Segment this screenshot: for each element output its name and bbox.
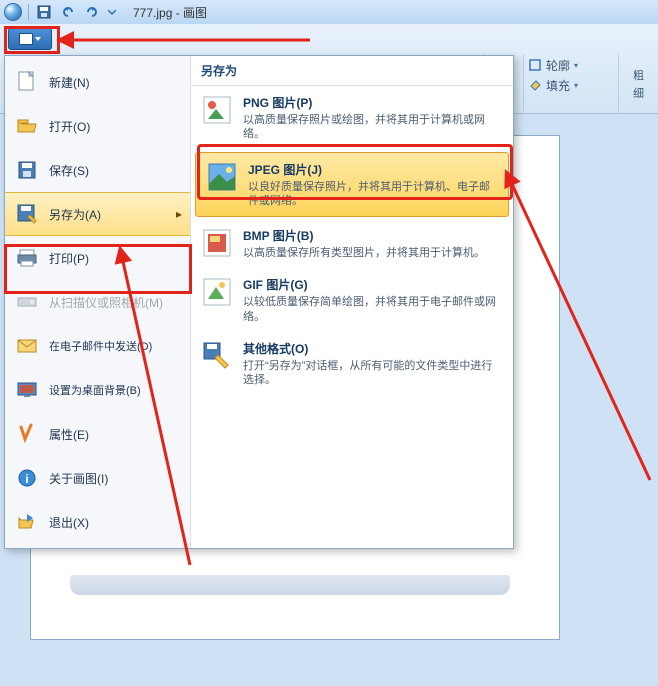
menu-exit-label: 退出(X): [49, 514, 89, 531]
file-menu-left: 新建(N) 打开(O) 保存(S) 另存为(A) 打印(P): [5, 56, 191, 548]
open-icon: [15, 114, 39, 138]
menu-scanner-label: 从扫描仪或照相机(M): [49, 294, 163, 311]
menu-save[interactable]: 保存(S): [5, 148, 190, 192]
submenu-title: 另存为: [191, 56, 513, 86]
submenu-png-desc: 以高质量保存照片或绘图，并将其用于计算机或网络。: [243, 113, 503, 142]
submenu-jpeg-title: JPEG 图片(J): [248, 161, 498, 178]
submenu-bmp-title: BMP 图片(B): [243, 227, 503, 244]
menu-properties-label: 属性(E): [49, 426, 89, 443]
qat-undo-button[interactable]: [59, 3, 77, 21]
bmp-icon: [201, 227, 233, 259]
submenu-bmp[interactable]: BMP 图片(B) 以高质量保存所有类型图片，并将其用于计算机。: [191, 219, 513, 268]
saveas-icon: [15, 202, 39, 226]
gif-icon: [201, 276, 233, 308]
separator: [28, 4, 29, 20]
paint-orb-icon[interactable]: [4, 3, 22, 21]
png-icon: [201, 94, 233, 126]
file-menu-right: 另存为 PNG 图片(P) 以高质量保存照片或绘图，并将其用于计算机或网络。 J…: [191, 56, 513, 548]
email-icon: [15, 334, 39, 358]
titlebar: 777.jpg - 画图: [0, 0, 658, 24]
menu-print[interactable]: 打印(P): [5, 236, 190, 280]
outline-button[interactable]: 轮廓 ▾: [528, 56, 614, 74]
outline-label: 轮廓: [546, 57, 570, 74]
menu-wallpaper-label: 设置为桌面背景(B): [49, 382, 141, 398]
print-icon: [15, 246, 39, 270]
svg-text:i: i: [25, 472, 28, 486]
menu-new[interactable]: 新建(N): [5, 60, 190, 104]
annotation-arrow-jpeg: [490, 170, 658, 493]
exit-icon: [15, 510, 39, 534]
menu-scanner: 从扫描仪或照相机(M): [5, 280, 190, 324]
menu-open[interactable]: 打开(O): [5, 104, 190, 148]
menu-email[interactable]: 在电子邮件中发送(D): [5, 324, 190, 368]
submenu-jpeg[interactable]: JPEG 图片(J) 以良好质量保存照片，并将其用于计算机、电子邮件或网络。: [195, 152, 509, 218]
submenu-other-title: 其他格式(O): [243, 340, 503, 357]
other-icon: [201, 340, 233, 372]
menu-saveas[interactable]: 另存为(A): [5, 192, 190, 236]
submenu-other-desc: 打开“另存为”对话框，从所有可能的文件类型中进行选择。: [243, 359, 503, 388]
properties-icon: [15, 422, 39, 446]
wallpaper-icon: [15, 378, 39, 402]
file-tab-button[interactable]: [8, 28, 52, 50]
ribbon-group-shapes: 轮廓 ▾ 填充 ▾: [523, 54, 618, 113]
submenu-gif[interactable]: GIF 图片(G) 以较低质量保存简单绘图，并将其用于电子邮件或网络。: [191, 268, 513, 332]
menu-about[interactable]: i 关于画图(I): [5, 456, 190, 500]
menu-saveas-label: 另存为(A): [49, 206, 101, 223]
menu-print-label: 打印(P): [49, 250, 89, 267]
caret-icon: ▾: [574, 81, 578, 90]
qat-customize-caret[interactable]: [107, 3, 117, 21]
caret-icon: ▾: [574, 61, 578, 70]
qat-save-button[interactable]: [35, 3, 53, 21]
window-title: 777.jpg - 画图: [133, 4, 207, 21]
submenu-gif-desc: 以较低质量保存简单绘图，并将其用于电子邮件或网络。: [243, 295, 503, 324]
submenu-other[interactable]: 其他格式(O) 打开“另存为”对话框，从所有可能的文件类型中进行选择。: [191, 332, 513, 396]
new-icon: [15, 70, 39, 94]
qat-redo-button[interactable]: [83, 3, 101, 21]
thickness-label-1: 粗: [633, 67, 644, 83]
ribbon-group-thickness: 粗 细: [618, 54, 658, 113]
fill-label: 填充: [546, 77, 570, 94]
fill-icon: [528, 78, 542, 92]
menu-email-label: 在电子邮件中发送(D): [49, 338, 152, 354]
fill-button[interactable]: 填充 ▾: [528, 76, 614, 94]
submenu-jpeg-desc: 以良好质量保存照片，并将其用于计算机、电子邮件或网络。: [248, 180, 498, 209]
menu-properties[interactable]: 属性(E): [5, 412, 190, 456]
file-tab-icon: [19, 33, 33, 45]
menu-exit[interactable]: 退出(X): [5, 500, 190, 544]
save-icon: [15, 158, 39, 182]
jpeg-icon: [206, 161, 238, 193]
menu-new-label: 新建(N): [49, 74, 90, 91]
submenu-png-title: PNG 图片(P): [243, 94, 503, 111]
submenu-bmp-desc: 以高质量保存所有类型图片，并将其用于计算机。: [243, 246, 503, 260]
menu-wallpaper[interactable]: 设置为桌面背景(B): [5, 368, 190, 412]
scanner-icon: [15, 290, 39, 314]
submenu-png[interactable]: PNG 图片(P) 以高质量保存照片或绘图，并将其用于计算机或网络。: [191, 86, 513, 150]
file-menu: 新建(N) 打开(O) 保存(S) 另存为(A) 打印(P): [4, 55, 514, 549]
about-icon: i: [15, 466, 39, 490]
outline-icon: [528, 58, 542, 72]
menu-open-label: 打开(O): [49, 118, 90, 135]
menu-about-label: 关于画图(I): [49, 470, 108, 487]
file-tab-caret-icon: [35, 37, 41, 41]
thickness-label-2: 细: [633, 85, 644, 101]
submenu-gif-title: GIF 图片(G): [243, 276, 503, 293]
canvas-content-bottom: [70, 575, 510, 595]
menu-save-label: 保存(S): [49, 162, 89, 179]
